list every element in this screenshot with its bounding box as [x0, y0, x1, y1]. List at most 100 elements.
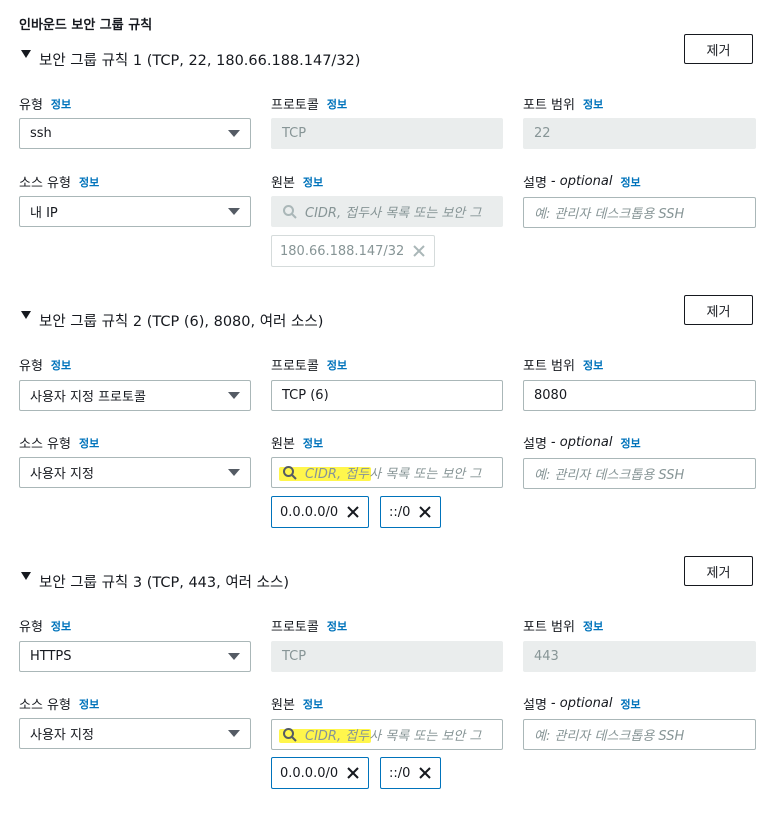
type-select[interactable]: HTTPS	[19, 641, 251, 672]
close-icon[interactable]	[346, 505, 360, 519]
source-search-input[interactable]: CIDR, 접두사 목록 또는 보안 그	[271, 719, 503, 750]
info-link[interactable]: 정보	[620, 174, 640, 190]
rule-header[interactable]: 보안 그룹 규칙 3 (TCP, 443, 여러 소스)	[21, 571, 289, 591]
info-link[interactable]: 정보	[583, 96, 603, 112]
description-label-text: 설명	[523, 437, 547, 452]
rule-title: 보안 그룹 규칙 3 (TCP, 443, 여러 소스)	[39, 574, 289, 591]
type-label: 유형 정보	[19, 616, 71, 636]
source-label: 원본 정보	[271, 172, 323, 192]
source-placeholder: CIDR, 접두사 목록 또는 보안 그	[305, 729, 482, 744]
description-input[interactable]: 예: 관리자 데스크톱용 SSH	[523, 197, 756, 228]
protocol-label-text: 프로토콜	[271, 620, 319, 635]
info-link[interactable]: 정보	[303, 174, 323, 190]
caret-down-icon	[228, 469, 240, 476]
caret-down-icon[interactable]	[21, 311, 31, 319]
source-type-select[interactable]: 사용자 지정	[19, 457, 251, 488]
info-link[interactable]: 정보	[327, 96, 347, 112]
search-icon	[283, 727, 297, 742]
type-label-text: 유형	[19, 98, 43, 113]
source-placeholder: CIDR, 접두사 목록 또는 보안 그	[305, 206, 482, 221]
protocol-field: TCP	[271, 641, 503, 672]
info-link[interactable]: 정보	[79, 174, 99, 190]
description-input[interactable]: 예: 관리자 데스크톱용 SSH	[523, 719, 756, 750]
source-type-value: 내 IP	[30, 206, 58, 221]
port-range-field: 22	[523, 118, 756, 149]
caret-down-icon[interactable]	[21, 572, 31, 580]
type-label-text: 유형	[19, 359, 43, 374]
rule-header[interactable]: 보안 그룹 규칙 2 (TCP (6), 8080, 여러 소스)	[21, 310, 323, 330]
source-token: ::/0	[380, 757, 442, 789]
type-label: 유형 정보	[19, 94, 71, 114]
close-icon[interactable]	[418, 766, 432, 780]
info-link[interactable]: 정보	[51, 357, 71, 373]
info-link[interactable]: 정보	[583, 618, 603, 634]
info-link[interactable]: 정보	[303, 435, 323, 451]
source-search-input[interactable]: CIDR, 접두사 목록 또는 보안 그	[271, 457, 503, 488]
type-select[interactable]: ssh	[19, 118, 251, 149]
caret-down-icon	[228, 730, 240, 737]
remove-button[interactable]: 제거	[684, 295, 753, 325]
info-link[interactable]: 정보	[51, 618, 71, 634]
source-search-input: CIDR, 접두사 목록 또는 보안 그	[271, 196, 503, 227]
info-link[interactable]: 정보	[303, 696, 323, 712]
protocol-field: TCP	[271, 118, 503, 149]
source-type-select[interactable]: 내 IP	[19, 196, 251, 227]
info-link[interactable]: 정보	[79, 435, 99, 451]
source-label-text: 원본	[271, 176, 295, 191]
rule-title: 보안 그룹 규칙 1 (TCP, 22, 180.66.188.147/32)	[39, 52, 361, 69]
source-label: 원본 정보	[271, 694, 323, 714]
search-icon	[283, 204, 297, 219]
type-value: ssh	[30, 126, 52, 141]
description-placeholder: 예: 관리자 데스크톱용 SSH	[534, 468, 685, 483]
search-icon	[283, 465, 297, 480]
port-range-label: 포트 범위 정보	[523, 616, 603, 636]
caret-down-icon	[228, 208, 240, 215]
port-range-label: 포트 범위 정보	[523, 94, 603, 114]
remove-button[interactable]: 제거	[684, 556, 753, 586]
close-icon	[413, 245, 426, 257]
source-type-value: 사용자 지정	[30, 467, 94, 482]
port-range-field: 443	[523, 641, 756, 672]
optional-text: - optional	[550, 696, 613, 711]
info-link[interactable]: 정보	[620, 435, 640, 451]
protocol-input[interactable]: TCP (6)	[271, 380, 503, 411]
source-type-select[interactable]: 사용자 지정	[19, 718, 251, 749]
type-select[interactable]: 사용자 지정 프로토콜	[19, 380, 251, 411]
source-token: 0.0.0.0/0	[271, 757, 370, 789]
port-range-input[interactable]: 8080	[523, 380, 756, 411]
info-link[interactable]: 정보	[583, 357, 603, 373]
source-label-text: 원본	[271, 437, 295, 452]
caret-down-icon	[228, 130, 240, 137]
security-group-rule-1: 보안 그룹 규칙 1 (TCP, 22, 180.66.188.147/32) …	[0, 34, 777, 299]
optional-text: - optional	[550, 435, 613, 450]
type-label: 유형 정보	[19, 355, 71, 375]
optional-text: - optional	[550, 174, 613, 189]
page-title: 인바운드 보안 그룹 규칙	[19, 18, 153, 33]
rule-header[interactable]: 보안 그룹 규칙 1 (TCP, 22, 180.66.188.147/32)	[21, 49, 360, 69]
protocol-label: 프로토콜 정보	[271, 616, 347, 636]
caret-down-icon[interactable]	[21, 50, 31, 58]
close-icon[interactable]	[418, 505, 432, 519]
info-link[interactable]: 정보	[327, 618, 347, 634]
source-token: 180.66.188.147/32	[271, 235, 436, 267]
protocol-label: 프로토콜 정보	[271, 355, 347, 375]
port-range-label-text: 포트 범위	[523, 359, 575, 374]
security-group-rule-2: 보안 그룹 규칙 2 (TCP (6), 8080, 여러 소스) 제거 유형 …	[0, 295, 777, 560]
type-label-text: 유형	[19, 620, 43, 635]
info-link[interactable]: 정보	[620, 696, 640, 712]
protocol-label: 프로토콜 정보	[271, 94, 347, 114]
info-link[interactable]: 정보	[51, 96, 71, 112]
caret-down-icon	[228, 653, 240, 660]
security-group-rule-3: 보안 그룹 규칙 3 (TCP, 443, 여러 소스) 제거 유형 정보 HT…	[0, 556, 777, 821]
port-range-label-text: 포트 범위	[523, 620, 575, 635]
source-type-label-text: 소스 유형	[19, 176, 71, 191]
close-icon[interactable]	[346, 766, 360, 780]
source-type-label-text: 소스 유형	[19, 437, 71, 452]
description-label-text: 설명	[523, 176, 547, 191]
remove-button[interactable]: 제거	[684, 34, 753, 64]
caret-down-icon	[228, 392, 240, 399]
info-link[interactable]: 정보	[327, 357, 347, 373]
description-input[interactable]: 예: 관리자 데스크톱용 SSH	[523, 458, 756, 489]
info-link[interactable]: 정보	[79, 696, 99, 712]
description-label: 설명 - optional 정보	[523, 172, 641, 191]
